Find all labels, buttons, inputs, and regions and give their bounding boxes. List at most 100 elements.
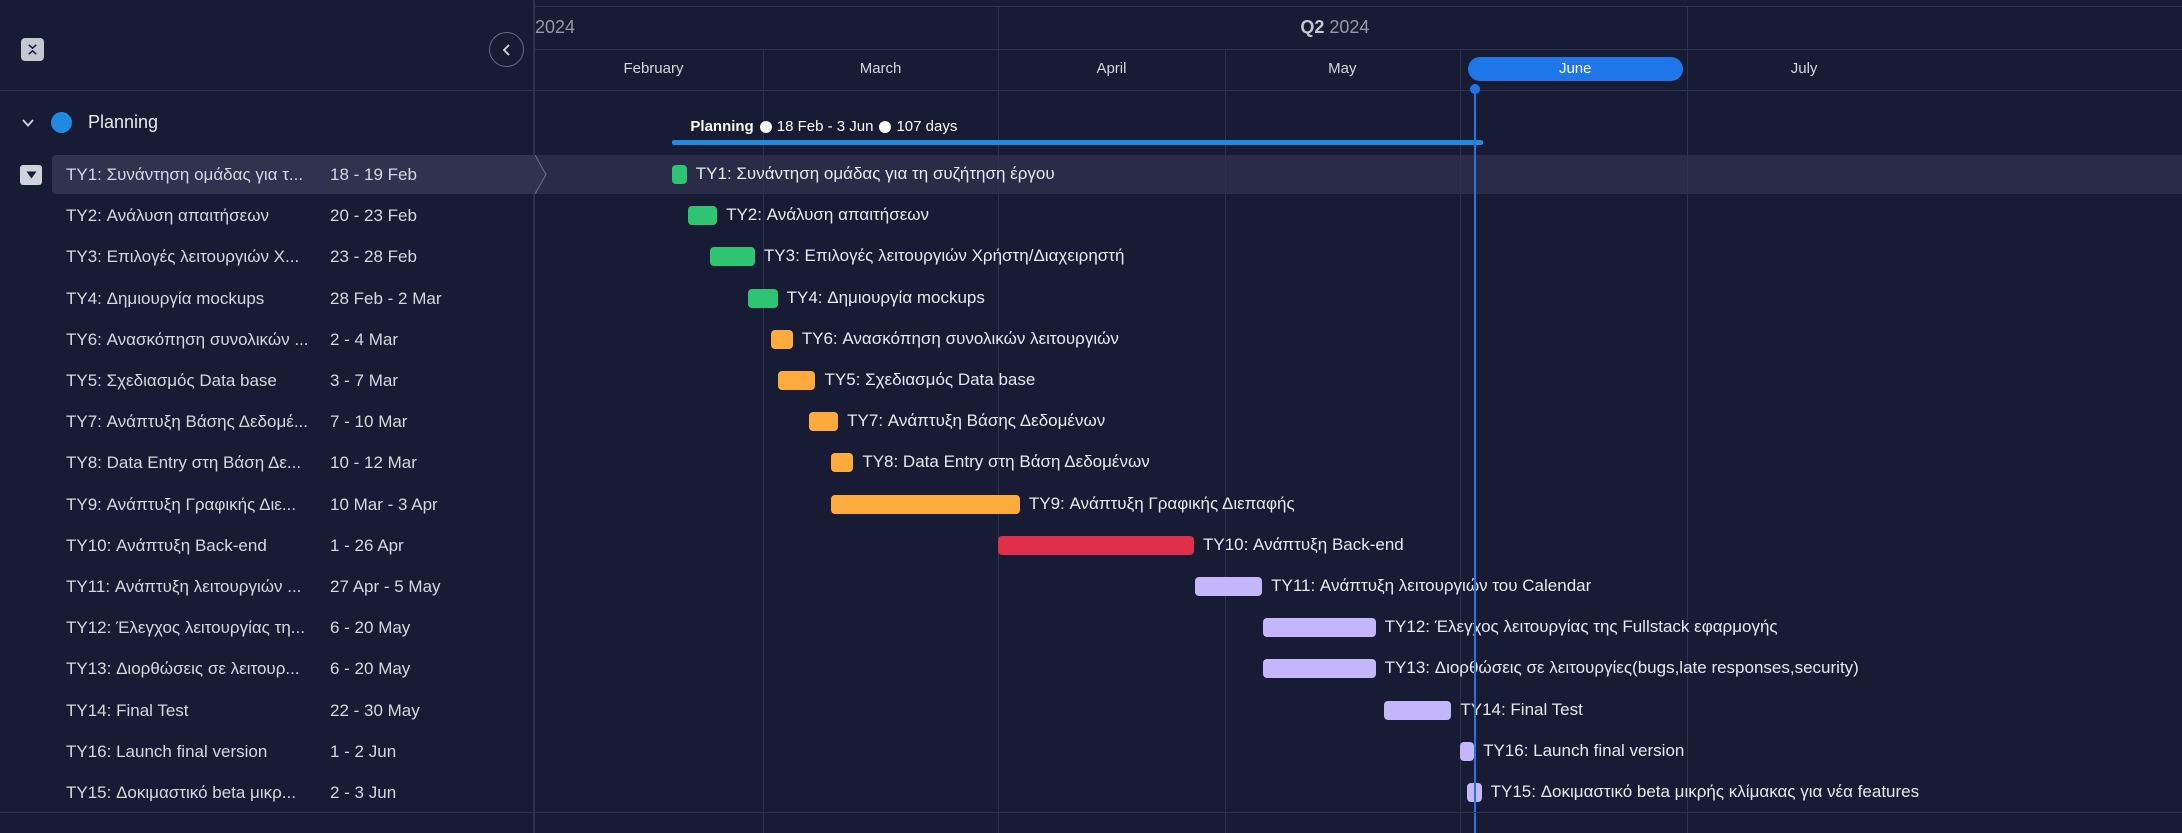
task-row[interactable]: TY8: Data Entry στη Βάση Δε... 10 - 12 Ma… — [0, 443, 534, 484]
task-row[interactable]: TY4: Δημιουργία mockups 28 Feb - 2 Mar — [0, 279, 534, 320]
task-name[interactable]: TY3: Επιλογές λειτουργιών Χ... — [66, 247, 316, 267]
task-name[interactable]: TY7: Ανάπτυξη Βάσης Δεδομέ... — [66, 412, 316, 432]
task-bar[interactable] — [1262, 618, 1376, 638]
task-bar-label: TY8: Data Entry στη Βάση Δεδομένων — [862, 452, 1150, 472]
task-row[interactable]: TY5: Σχεδιασμός Data base 3 - 7 Mar — [0, 361, 534, 402]
task-bar[interactable] — [831, 453, 854, 473]
summary-separator-dot — [759, 120, 772, 133]
task-dates[interactable]: 6 - 20 May — [330, 618, 410, 638]
task-bar[interactable] — [778, 371, 816, 390]
chevron-left-icon — [502, 43, 510, 56]
task-row[interactable]: TY10: Ανάπτυξη Back-end 1 - 26 Apr — [0, 526, 534, 567]
quarter-label: 2024 — [535, 17, 575, 38]
task-dates[interactable]: 20 - 23 Feb — [330, 206, 417, 226]
task-dates[interactable]: 3 - 7 Mar — [330, 371, 398, 391]
task-name[interactable]: TY4: Δημιουργία mockups — [66, 289, 316, 309]
task-bar-label: TY14: Final Test — [1460, 699, 1583, 719]
chevron-down-icon[interactable] — [20, 115, 36, 131]
task-name[interactable]: TY6: Ανασκόπηση συνολικών ... — [66, 330, 316, 350]
task-dates[interactable]: 7 - 10 Mar — [330, 412, 407, 432]
task-row[interactable]: TY12: Έλεγχος λειτουργίας τη... 6 - 20 Ma… — [0, 608, 534, 649]
task-bar[interactable] — [748, 288, 778, 308]
month-gridline — [1225, 50, 1226, 833]
task-bar-label: TY16: Launch final version — [1483, 740, 1685, 760]
month-label: May — [1328, 60, 1357, 77]
task-bar[interactable] — [770, 329, 793, 349]
task-bar[interactable] — [808, 412, 839, 432]
month-label: March — [859, 60, 902, 77]
task-dates[interactable]: 28 Feb - 2 Mar — [330, 289, 442, 309]
collapse-all-button[interactable] — [21, 38, 44, 61]
task-name[interactable]: TY11: Ανάπτυξη λειτουργιών ... — [66, 577, 316, 597]
task-name[interactable]: TY10: Ανάπτυξη Back-end — [66, 536, 316, 556]
task-row[interactable]: TY13: Διορθώσεις σε λειτουρ... 6 - 20 May — [0, 649, 534, 690]
month-label: April — [1096, 60, 1127, 77]
task-row[interactable]: TY3: Επιλογές λειτουργιών Χ... 23 - 28 Fe… — [0, 237, 534, 278]
task-bar[interactable] — [672, 165, 687, 184]
task-dates[interactable]: 18 - 19 Feb — [330, 165, 417, 185]
task-bar[interactable] — [1459, 741, 1475, 761]
task-row[interactable]: TY1: Συνάντηση ομάδας για τ... 18 - 19 Fe… — [0, 155, 534, 196]
task-bar-label: TY5: Σχεδιασμός Data base — [824, 370, 1036, 389]
task-row[interactable]: TY14: Final Test 22 - 30 May — [0, 691, 534, 732]
summary-separator-dot — [879, 120, 892, 133]
task-bar[interactable] — [1194, 577, 1263, 596]
task-bar[interactable] — [997, 535, 1194, 555]
group-title[interactable]: Planning — [88, 112, 158, 133]
month-label: July — [1790, 60, 1818, 77]
current-month-pill: June — [1467, 57, 1683, 81]
task-name[interactable]: TY9: Ανάπτυξη Γραφικής Διε... — [66, 495, 316, 515]
month-label: February — [623, 60, 684, 77]
task-bar-label: TY7: Ανάπτυξη Βάσης Δεδομένων — [847, 411, 1106, 431]
task-row[interactable]: TY11: Ανάπτυξη λειτουργιών ... 27 Apr - 5… — [0, 567, 534, 608]
task-bar[interactable] — [710, 247, 755, 267]
task-dates[interactable]: 1 - 26 Apr — [330, 536, 404, 556]
group-header[interactable]: Planning — [0, 105, 534, 141]
task-row[interactable]: TY6: Ανασκόπηση συνολικών ... 2 - 4 Mar — [0, 320, 534, 361]
task-name[interactable]: TY13: Διορθώσεις σε λειτουρ... — [66, 659, 316, 679]
task-dates[interactable]: 10 Mar - 3 Apr — [330, 495, 438, 515]
bottom-rule — [0, 812, 2182, 813]
group-summary-bar[interactable] — [672, 140, 1483, 145]
task-name[interactable]: TY8: Data Entry στη Βάση Δε... — [66, 453, 316, 473]
today-marker-dot — [1469, 84, 1480, 94]
caret-down-icon — [26, 171, 36, 179]
task-bar[interactable] — [831, 494, 1020, 514]
summary-duration: 107 days — [896, 118, 958, 135]
row-menu-button[interactable] — [20, 165, 42, 185]
task-row[interactable]: TY7: Ανάπτυξη Βάσης Δεδομέ... 7 - 10 Mar — [0, 402, 534, 443]
task-bar[interactable] — [1262, 659, 1376, 679]
task-name[interactable]: TY5: Σχεδιασμός Data base — [66, 371, 316, 391]
month-header-top-rule — [535, 49, 2182, 50]
task-bar-label: TY4: Δημιουργία mockups — [786, 287, 985, 307]
task-bar[interactable] — [687, 206, 718, 226]
row-pointer-icon — [535, 155, 547, 194]
task-row[interactable]: TY2: Ανάλυση απαιτήσεων 20 - 23 Feb — [0, 196, 534, 237]
task-row[interactable]: TY9: Ανάπτυξη Γραφικής Διε... 10 Mar - 3 … — [0, 485, 534, 526]
task-bar-label: TY10: Ανάπτυξη Back-end — [1202, 534, 1404, 554]
task-dates[interactable]: 27 Apr - 5 May — [330, 577, 441, 597]
task-dates[interactable]: 10 - 12 Mar — [330, 453, 417, 473]
group-summary-label: Planning 18 Feb - 3 Jun 107 days — [690, 118, 957, 135]
task-bar-label: TY3: Επιλογές λειτουργιών Χρήστη/Διαχειρ… — [763, 246, 1125, 266]
task-dates[interactable]: 1 - 2 Jun — [330, 742, 396, 762]
task-bar[interactable] — [1383, 700, 1452, 720]
task-row[interactable]: TY16: Launch final version 1 - 2 Jun — [0, 732, 534, 773]
gantt-timeline: 2024 Q2 2024 February March April May June Jul… — [535, 0, 2182, 833]
task-name[interactable]: TY16: Launch final version — [66, 742, 316, 762]
task-row[interactable]: TY15: Δοκιμαστικό beta μικρ... 2 - 3 Jun — [0, 773, 534, 814]
task-name[interactable]: TY2: Ανάλυση απαιτήσεων — [66, 206, 316, 226]
task-dates[interactable]: 2 - 3 Jun — [330, 783, 396, 803]
task-name[interactable]: TY15: Δοκιμαστικό beta μικρ... — [66, 783, 316, 803]
task-dates[interactable]: 23 - 28 Feb — [330, 247, 417, 267]
task-bar-label: TY11: Ανάπτυξη λειτουργιών του Calendar — [1271, 576, 1592, 595]
task-dates[interactable]: 2 - 4 Mar — [330, 330, 398, 350]
task-name[interactable]: TY12: Έλεγχος λειτουργίας τη... — [66, 618, 316, 638]
task-name[interactable]: TY1: Συνάντηση ομάδας για τ... — [66, 165, 316, 185]
task-name[interactable]: TY14: Final Test — [66, 701, 316, 721]
task-bar-label: TY9: Ανάπτυξη Γραφικής Διεπαφής — [1028, 493, 1295, 513]
group-color-dot — [51, 112, 72, 133]
collapse-panel-button[interactable] — [489, 32, 524, 67]
task-dates[interactable]: 6 - 20 May — [330, 659, 410, 679]
task-dates[interactable]: 22 - 30 May — [330, 701, 420, 721]
